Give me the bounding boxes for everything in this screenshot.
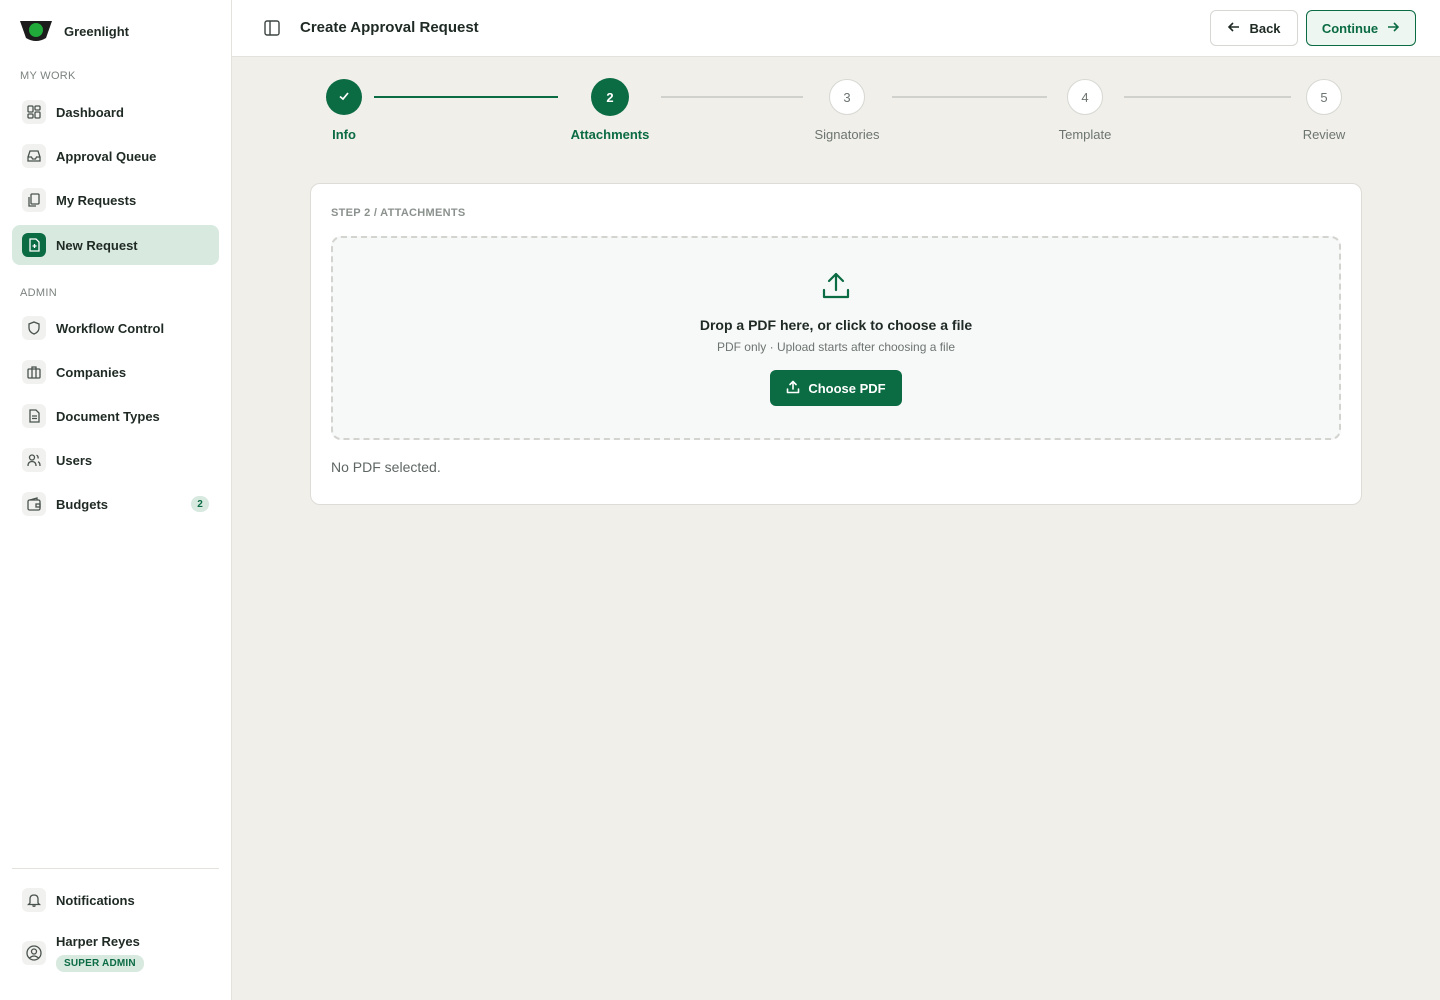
- step-label-review: Review: [1302, 127, 1346, 142]
- sidebar-item-label: My Requests: [56, 192, 137, 208]
- choose-pdf-label: Choose PDF: [808, 380, 886, 396]
- sidebar-item-label: Budgets: [56, 496, 108, 512]
- sidebar-item-approval-queue[interactable]: Approval Queue: [12, 136, 219, 176]
- user-avatar-icon: [22, 941, 46, 965]
- user-profile[interactable]: Harper Reyes SUPER ADMIN: [22, 934, 144, 972]
- user-name: Harper Reyes: [56, 934, 140, 949]
- page-title: Create Approval Request: [300, 19, 479, 36]
- sidebar-item-label: Companies: [56, 364, 127, 380]
- traffic-light-logo-icon: [20, 18, 52, 44]
- page-header: Create Approval Request Back Continue: [232, 0, 1440, 57]
- step-2-circle[interactable]: 2: [591, 78, 629, 116]
- continue-button[interactable]: Continue: [1306, 10, 1416, 46]
- step-connector: [892, 96, 1047, 98]
- pdf-dropzone[interactable]: Drop a PDF here, or click to choose a fi…: [331, 236, 1341, 440]
- choose-pdf-button[interactable]: Choose PDF: [770, 370, 902, 406]
- sidebar-item-label: New Request: [56, 237, 138, 253]
- sidebar-item-label: Dashboard: [56, 104, 124, 120]
- upload-icon: [786, 380, 800, 397]
- arrow-right-icon: [1386, 20, 1400, 37]
- step-connector: [1124, 96, 1291, 98]
- step-3-circle[interactable]: 3: [829, 79, 865, 115]
- sidebar-item-budgets[interactable]: Budgets 2: [12, 484, 219, 524]
- users-icon: [22, 448, 46, 472]
- back-button[interactable]: Back: [1210, 10, 1298, 46]
- continue-button-label: Continue: [1321, 20, 1379, 36]
- check-icon: [337, 89, 351, 106]
- file-status-text: No PDF selected.: [331, 459, 441, 475]
- section-label-admin: ADMIN: [20, 287, 57, 299]
- dashboard-icon: [22, 100, 46, 124]
- sidebar-item-document-types[interactable]: Document Types: [12, 396, 219, 436]
- file-plus-icon: [22, 233, 46, 257]
- brand-name: Greenlight: [64, 23, 130, 39]
- sidebar-item-label: Users: [56, 452, 93, 468]
- back-button-label: Back: [1249, 20, 1281, 36]
- briefcase-icon: [22, 360, 46, 384]
- attachments-card: STEP 2 / ATTACHMENTS Drop a PDF here, or…: [310, 183, 1362, 505]
- bell-icon: [22, 888, 46, 912]
- budgets-count-badge: 2: [191, 496, 209, 512]
- sidebar-item-label: Document Types: [56, 408, 160, 424]
- sidebar-item-new-request[interactable]: New Request: [12, 225, 219, 265]
- step-connector: [374, 96, 558, 98]
- wallet-icon: [22, 492, 46, 516]
- dropzone-title: Drop a PDF here, or click to choose a fi…: [699, 317, 973, 333]
- sidebar-item-dashboard[interactable]: Dashboard: [12, 92, 219, 132]
- sidebar-toggle-icon[interactable]: [262, 18, 282, 38]
- step-4-circle[interactable]: 4: [1067, 79, 1103, 115]
- sidebar-divider: [12, 868, 219, 869]
- arrow-left-icon: [1227, 20, 1241, 37]
- inbox-icon: [22, 144, 46, 168]
- step-label-template: Template: [1058, 127, 1112, 142]
- sidebar-item-label: Notifications: [56, 892, 135, 908]
- sidebar-item-label: Approval Queue: [56, 148, 157, 164]
- section-label-my-work: MY WORK: [20, 70, 76, 82]
- step-5-circle[interactable]: 5: [1306, 79, 1342, 115]
- sidebar-item-companies[interactable]: Companies: [12, 352, 219, 392]
- step-1-circle[interactable]: [326, 79, 362, 115]
- sidebar: Greenlight MY WORK Dashboard Approval Qu…: [0, 0, 232, 1000]
- step-label-signatories: Signatories: [814, 127, 880, 142]
- sidebar-item-label: Workflow Control: [56, 320, 165, 336]
- brand[interactable]: Greenlight: [20, 18, 129, 44]
- step-label-attachments: Attachments: [570, 127, 650, 142]
- file-text-icon: [22, 404, 46, 428]
- sidebar-item-users[interactable]: Users: [12, 440, 219, 480]
- sidebar-item-workflow-control[interactable]: Workflow Control: [12, 308, 219, 348]
- role-badge: SUPER ADMIN: [56, 955, 144, 972]
- shield-icon: [22, 316, 46, 340]
- step-eyebrow: STEP 2 / ATTACHMENTS: [331, 207, 466, 219]
- dropzone-subtitle: PDF only · Upload starts after choosing …: [716, 340, 956, 354]
- sidebar-item-my-requests[interactable]: My Requests: [12, 180, 219, 220]
- step-connector: [661, 96, 803, 98]
- upload-icon: [820, 270, 852, 302]
- step-label-info: Info: [332, 127, 356, 142]
- sidebar-item-notifications[interactable]: Notifications: [12, 880, 219, 920]
- documents-icon: [22, 188, 46, 212]
